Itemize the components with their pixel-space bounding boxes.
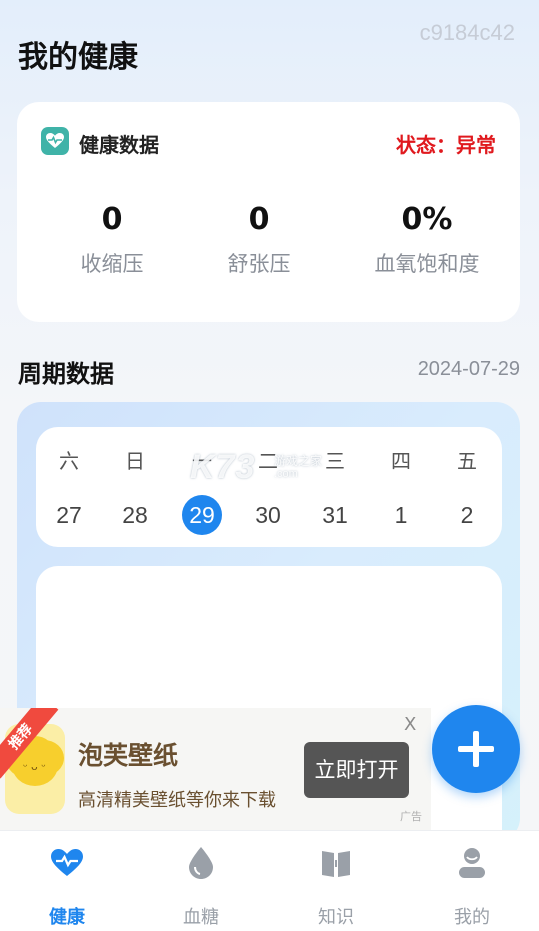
- tab-blood-sugar[interactable]: 血糖: [134, 831, 268, 931]
- health-card-title: 健康数据: [79, 133, 159, 157]
- tab-knowledge[interactable]: 知识: [269, 831, 403, 931]
- weekday-label: 四: [391, 449, 411, 473]
- day-item[interactable]: 五 2: [434, 427, 500, 547]
- date-label: 2: [460, 502, 474, 528]
- drop-icon: [181, 845, 221, 881]
- date-label: 28: [122, 502, 148, 528]
- date-label: 30: [255, 502, 281, 528]
- day-item[interactable]: 二 30: [235, 427, 301, 547]
- day-item[interactable]: 三 31: [302, 427, 368, 547]
- current-date: 2024-07-29: [417, 358, 520, 380]
- ad-title: 泡芙壁纸: [78, 741, 179, 770]
- weekday-label: 一: [192, 449, 212, 473]
- tab-label: 健康: [49, 907, 85, 928]
- tab-profile[interactable]: 我的: [405, 831, 539, 931]
- plus-icon: [458, 731, 494, 767]
- tab-label: 我的: [454, 907, 490, 928]
- day-item[interactable]: 日 28: [102, 427, 168, 547]
- metric-label: 收缩压: [80, 252, 144, 276]
- heart-icon: [47, 845, 87, 881]
- tab-label: 血糖: [183, 907, 219, 928]
- heart-monitor-icon: [41, 127, 69, 155]
- ad-close-button[interactable]: X: [404, 714, 416, 735]
- week-strip: 六 27 日 28 一 29 二 30 三 31 四 1 五 2: [36, 427, 502, 547]
- weekday-label: 六: [59, 449, 79, 473]
- day-item[interactable]: 四 1: [368, 427, 434, 547]
- metric-systolic: 0 收缩压: [27, 200, 197, 278]
- user-icon: [452, 845, 492, 881]
- ad-subtitle: 高清精美壁纸等你来下载: [78, 790, 276, 811]
- metric-label: 舒张压: [227, 252, 291, 276]
- metric-diastolic: 0 舒张压: [174, 200, 344, 278]
- page-title: 我的健康: [18, 40, 138, 75]
- date-label-selected: 29: [182, 495, 222, 535]
- ad-banner[interactable]: ᵕ ᴗ ᵕ 推荐 泡芙壁纸 高清精美壁纸等你来下载 立即打开 X 广告: [0, 708, 431, 830]
- date-label: 31: [322, 502, 348, 528]
- bottom-tab-bar: 健康 血糖 知识 我的: [0, 830, 539, 931]
- date-label: 1: [394, 502, 408, 528]
- ad-label: 广告: [400, 810, 422, 823]
- weekday-label: 三: [325, 449, 345, 473]
- status-badge: 状态：异常: [396, 133, 496, 157]
- metric-label: 血氧饱和度: [374, 252, 480, 276]
- metric-spo2: 0% 血氧饱和度: [342, 200, 512, 278]
- ad-open-button[interactable]: 立即打开: [304, 742, 409, 798]
- watermark-text: c9184c42: [419, 20, 515, 45]
- metric-value: 0: [101, 202, 123, 237]
- add-record-button[interactable]: [432, 705, 520, 793]
- day-item-selected[interactable]: 一 29: [169, 427, 235, 547]
- tab-label: 知识: [318, 907, 354, 928]
- date-label: 27: [56, 502, 82, 528]
- weekday-label: 二: [258, 449, 278, 473]
- section-title: 周期数据: [18, 360, 114, 388]
- metric-value: 0%: [401, 202, 453, 237]
- book-icon: [316, 845, 356, 881]
- tab-health[interactable]: 健康: [0, 831, 134, 931]
- health-data-card[interactable]: 健康数据 状态：异常 0 收缩压 0 舒张压 0% 血氧饱和度: [17, 102, 520, 322]
- day-item[interactable]: 六 27: [36, 427, 102, 547]
- metric-value: 0: [248, 202, 270, 237]
- weekday-label: 五: [457, 449, 477, 473]
- weekday-label: 日: [125, 449, 145, 473]
